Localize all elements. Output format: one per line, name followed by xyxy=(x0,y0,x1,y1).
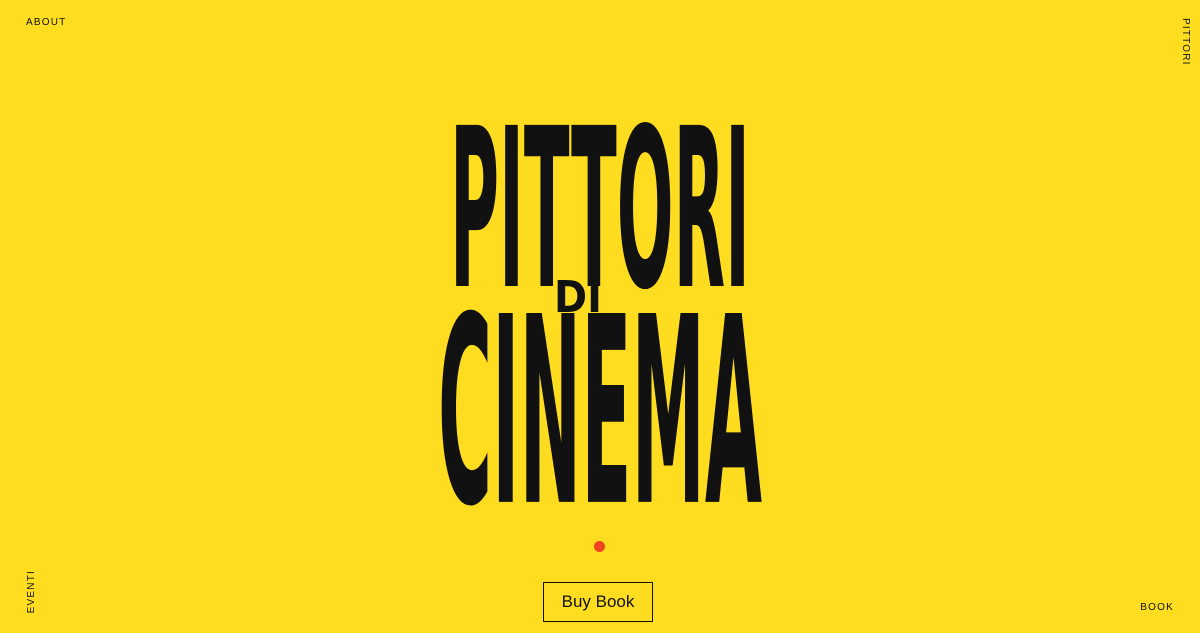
nav-link-about[interactable]: ABOUT xyxy=(26,17,66,28)
title-logo: PITTORI DI CINEMA xyxy=(430,98,770,530)
nav-link-eventi[interactable]: EVENTI xyxy=(26,570,37,613)
slide-indicator-dot[interactable] xyxy=(594,541,605,552)
buy-book-button[interactable]: Buy Book xyxy=(543,582,653,622)
title-logo-artwork: PITTORI DI CINEMA xyxy=(438,98,762,530)
nav-link-pittori[interactable]: PITTORI xyxy=(1180,18,1191,66)
nav-link-book[interactable]: BOOK xyxy=(1140,602,1174,613)
logo-line-cinema: CINEMA xyxy=(438,263,762,530)
